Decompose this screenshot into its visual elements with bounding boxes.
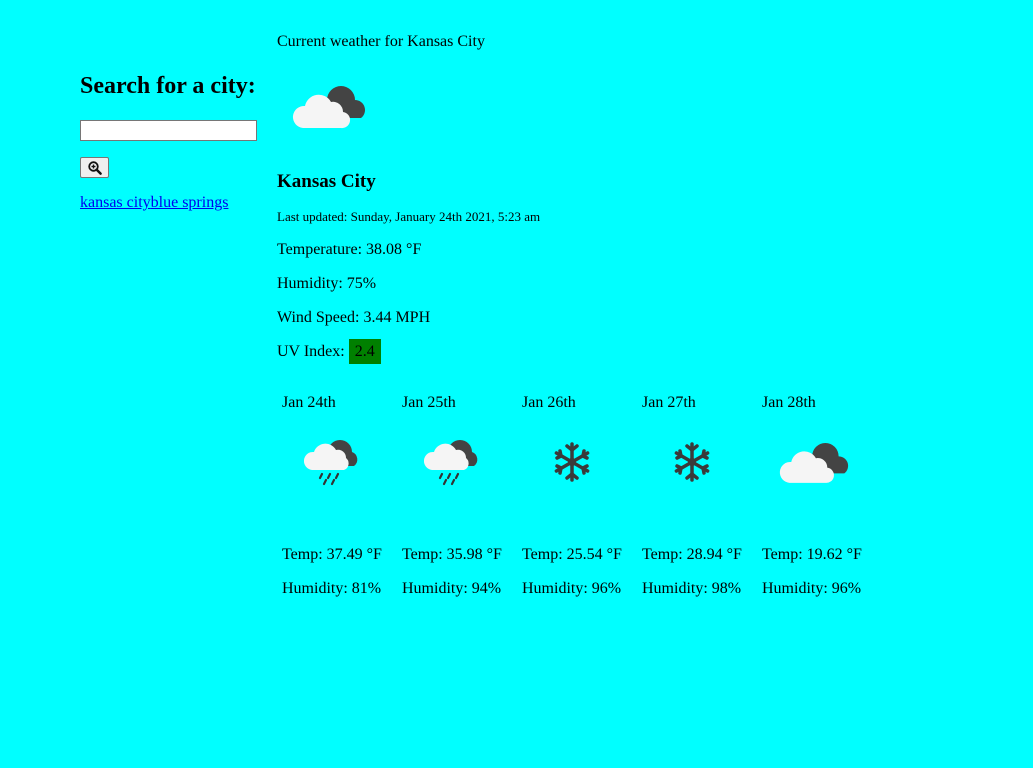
forecast-day: Jan 28th Temp: 19.62 °F Humidity: 96% xyxy=(757,394,877,598)
page: Search for a city: kansas cityblue sprin… xyxy=(0,0,1033,768)
partly-cloudy-icon xyxy=(291,78,367,134)
forecast-day: Jan 24th Temp: 37.49 °F Humidity: 81% xyxy=(277,394,397,598)
rain-icon xyxy=(303,434,360,490)
forecast-day: Jan 26th Temp: 25.54 °F Humidity: 96% xyxy=(517,394,637,598)
current-weather: Current weather for Kansas City Kansas C… xyxy=(277,33,977,364)
search-heading: Search for a city: xyxy=(80,73,256,99)
forecast-humidity: Humidity: 98% xyxy=(642,580,742,597)
search-sidebar: Search for a city: kansas cityblue sprin… xyxy=(80,70,270,212)
forecast-humidity: Humidity: 96% xyxy=(522,580,622,597)
search-history: kansas cityblue springs xyxy=(80,194,270,212)
forecast-humidity: Humidity: 81% xyxy=(282,580,382,597)
search-button[interactable] xyxy=(80,157,109,178)
forecast-date: Jan 25th xyxy=(402,394,456,411)
forecast-temp: Temp: 37.49 °F xyxy=(282,546,382,563)
forecast-temp: Temp: 35.98 °F xyxy=(402,546,502,563)
current-temperature: Temperature: 38.08 °F xyxy=(277,241,422,258)
forecast-day: Jan 27th Temp: 28.94 °F Humidity: 98% xyxy=(637,394,757,598)
forecast-date: Jan 27th xyxy=(642,394,696,411)
forecast-date: Jan 24th xyxy=(282,394,336,411)
current-wind-speed: Wind Speed: 3.44 MPH xyxy=(277,309,431,326)
forecast-humidity: Humidity: 96% xyxy=(762,580,862,597)
forecast-day: Jan 25th Temp: 35.98 °F Humidity: 94% xyxy=(397,394,517,598)
history-link-kansas-city[interactable]: kansas city xyxy=(80,194,151,211)
history-link-blue-springs[interactable]: blue springs xyxy=(151,194,229,211)
forecast-humidity: Humidity: 94% xyxy=(402,580,502,597)
last-updated: Last updated: Sunday, January 24th 2021,… xyxy=(277,209,541,224)
snow-icon xyxy=(664,434,720,490)
search-icon xyxy=(88,161,102,175)
five-day-forecast: Jan 24th Temp: 37.49 °F Humidity: 81% Ja… xyxy=(277,394,877,598)
current-weather-label: Current weather for Kansas City xyxy=(277,33,485,50)
forecast-date: Jan 26th xyxy=(522,394,576,411)
current-humidity: Humidity: 75% xyxy=(277,275,377,292)
uv-index-label: UV Index: xyxy=(277,343,345,360)
forecast-temp: Temp: 25.54 °F xyxy=(522,546,622,563)
uv-index: UV Index: 2.4 xyxy=(277,339,977,364)
forecast-temp: Temp: 28.94 °F xyxy=(642,546,742,563)
rain-icon xyxy=(423,434,480,490)
forecast-date: Jan 28th xyxy=(762,394,816,411)
forecast-temp: Temp: 19.62 °F xyxy=(762,546,862,563)
uv-index-value: 2.4 xyxy=(348,339,381,364)
city-search-input[interactable] xyxy=(80,120,257,141)
snow-icon xyxy=(544,434,600,490)
partly-cloudy-icon xyxy=(778,434,850,490)
city-name: Kansas City xyxy=(277,171,376,192)
